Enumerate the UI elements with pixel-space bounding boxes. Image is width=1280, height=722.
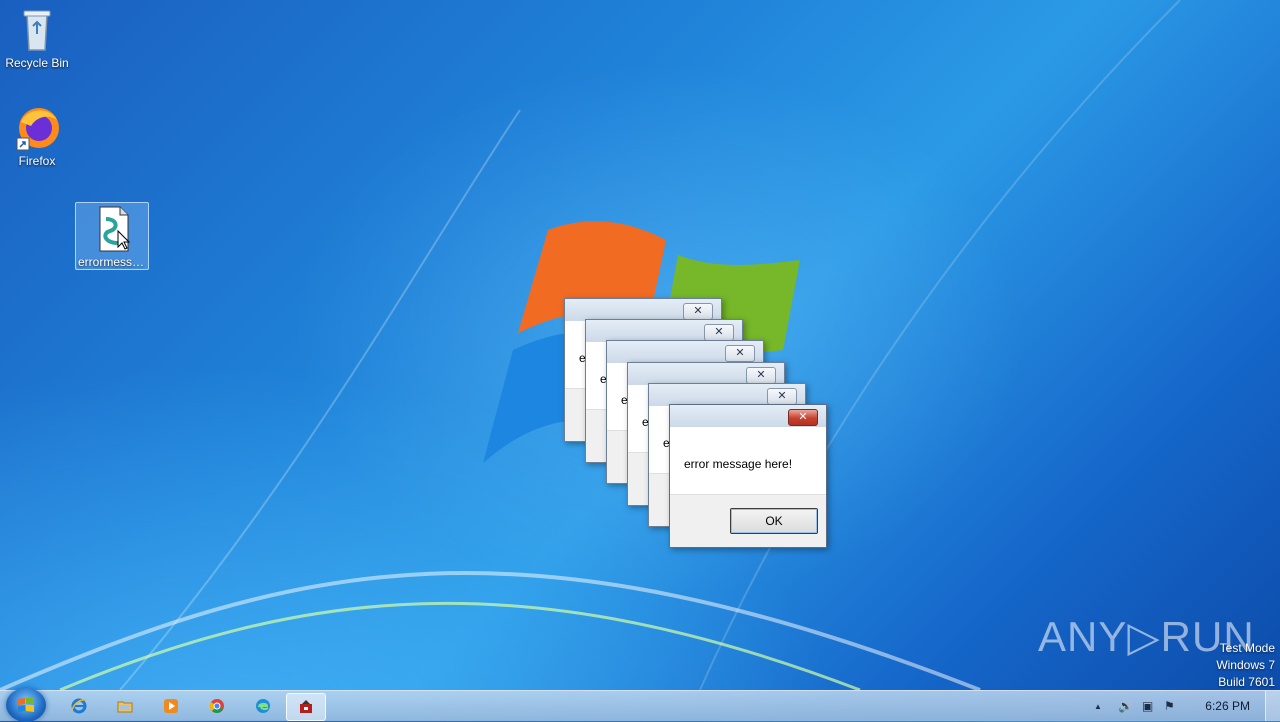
app-icon xyxy=(300,700,312,713)
test-mode-watermark: Test Mode Windows 7 Build 7601 xyxy=(1216,640,1275,691)
clock[interactable]: 6:26 PM xyxy=(1205,699,1250,713)
network-icon[interactable]: ▣ xyxy=(1142,699,1153,713)
close-button[interactable]: ✕ xyxy=(725,345,755,362)
close-button[interactable]: ✕ xyxy=(788,409,818,426)
tray-expand-arrow-icon[interactable]: ▲ xyxy=(1094,702,1102,711)
chrome-icon xyxy=(209,699,224,713)
desktop-icon-label: Firefox xyxy=(18,154,56,168)
ok-button[interactable]: OK xyxy=(730,508,818,534)
os-text: Windows 7 xyxy=(1216,658,1275,672)
close-button[interactable]: ✕ xyxy=(746,367,776,384)
windows-flag-icon xyxy=(18,697,34,712)
close-button[interactable]: ✕ xyxy=(704,324,734,341)
show-desktop-button[interactable] xyxy=(1265,691,1280,721)
taskbar: ▲ 🔊 ▣ ⚑ 6:26 PM xyxy=(0,688,1280,722)
taskbar-running-app[interactable] xyxy=(286,693,326,721)
start-button[interactable] xyxy=(6,688,46,722)
folder-icon xyxy=(117,701,133,713)
ie-icon xyxy=(71,698,87,714)
firefox-icon xyxy=(13,104,61,152)
desktop-icon-label: Recycle Bin xyxy=(5,56,69,70)
taskbar-ie[interactable] xyxy=(60,693,98,719)
script-file-icon xyxy=(88,205,136,253)
desktop: Recycle Bin Firefox errormessa... ✕ e ✕ … xyxy=(0,0,1280,690)
test-mode-text: Test Mode xyxy=(1219,641,1275,655)
desktop-icon-label: errormessa... xyxy=(78,255,148,269)
taskbar-edge[interactable] xyxy=(244,693,282,719)
close-button[interactable]: ✕ xyxy=(683,303,713,320)
close-button[interactable]: ✕ xyxy=(767,388,797,405)
desktop-icon-errormessage[interactable]: errormessa... xyxy=(75,202,149,270)
desktop-icon-recycle-bin[interactable]: Recycle Bin xyxy=(1,6,73,70)
recycle-bin-icon xyxy=(13,6,61,54)
message-text: error message here! xyxy=(684,457,793,471)
taskbar-chrome[interactable] xyxy=(198,693,236,719)
message-box-active[interactable]: ✕ error message here! OK xyxy=(669,404,827,548)
taskbar-explorer[interactable] xyxy=(106,693,144,719)
volume-icon[interactable]: 🔊 xyxy=(1118,699,1133,713)
media-player-icon xyxy=(164,699,178,713)
taskbar-media-player[interactable] xyxy=(152,693,190,719)
edge-icon xyxy=(256,699,270,713)
build-text: Build 7601 xyxy=(1218,675,1275,689)
desktop-icon-firefox[interactable]: Firefox xyxy=(1,104,73,168)
system-tray: ▲ 🔊 ▣ ⚑ 6:26 PM xyxy=(1080,691,1280,721)
action-center-flag-icon[interactable]: ⚑ xyxy=(1164,699,1175,713)
